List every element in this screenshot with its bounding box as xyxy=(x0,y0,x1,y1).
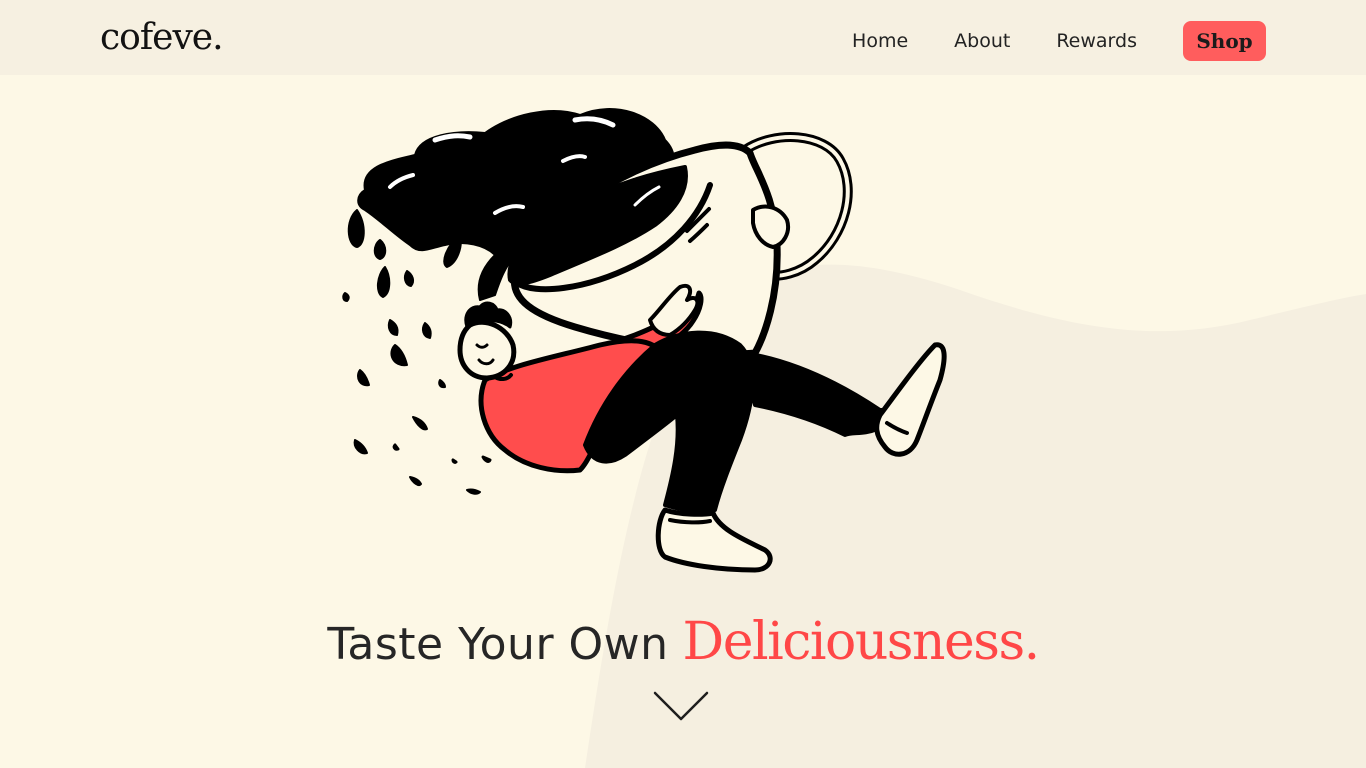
chevron-down-icon[interactable] xyxy=(653,690,709,724)
shop-button[interactable]: Shop xyxy=(1183,21,1266,61)
hero-headline: Taste Your Own Deliciousness. xyxy=(0,612,1366,672)
nav-link-about[interactable]: About xyxy=(954,30,1010,52)
landing-page: cofeve. Home About Rewards Shop Taste Yo… xyxy=(0,0,1366,768)
nav-link-rewards[interactable]: Rewards xyxy=(1056,30,1137,52)
brand-logo[interactable]: cofeve. xyxy=(100,14,224,62)
headline-main-text: Taste Your Own xyxy=(327,619,669,670)
nav-link-home[interactable]: Home xyxy=(852,30,908,52)
headline-accent-text: Deliciousness. xyxy=(682,612,1041,672)
site-header: cofeve. Home About Rewards Shop xyxy=(0,0,1366,75)
person-hugging-coffee-cup-illustration xyxy=(342,108,947,573)
main-nav: Home About Rewards Shop xyxy=(852,21,1266,61)
